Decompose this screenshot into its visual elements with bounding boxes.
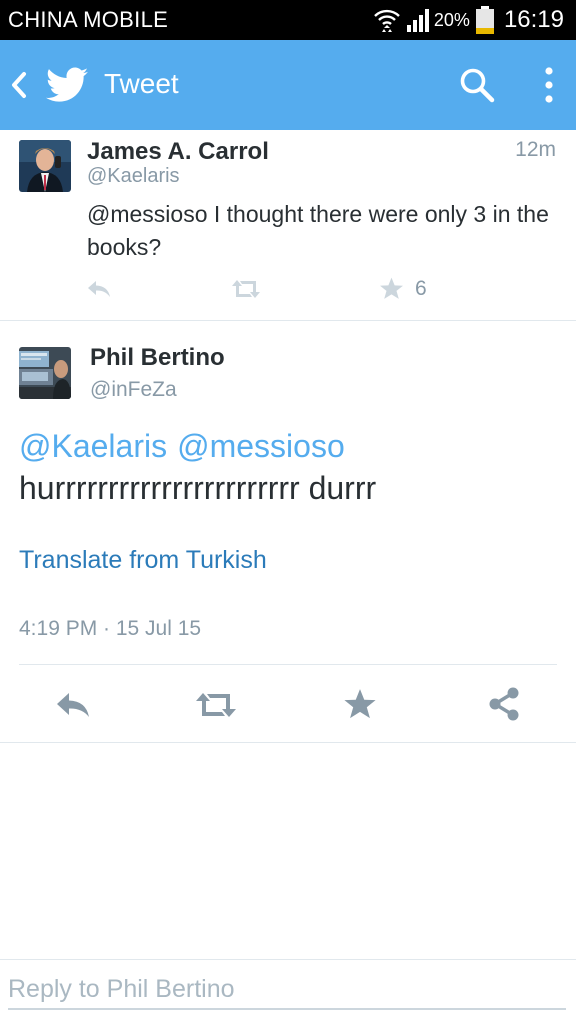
- reply-bar: [0, 959, 576, 1025]
- reply-icon[interactable]: [54, 690, 92, 720]
- tweet-text: @messioso I thought there were only 3 in…: [87, 201, 549, 260]
- action-bar: Tweet: [0, 40, 576, 130]
- avatar[interactable]: [19, 140, 71, 192]
- status-bar: CHINA MOBILE 20% 16:19: [0, 0, 576, 40]
- carrier-name: CHINA MOBILE: [8, 7, 169, 32]
- mention-link[interactable]: @messioso: [177, 428, 345, 464]
- retweet-icon[interactable]: [194, 690, 238, 720]
- divider: [0, 742, 576, 743]
- battery-percent: 20%: [433, 9, 470, 30]
- page-title: Tweet: [104, 68, 179, 99]
- status-icons: 20% 16:19: [372, 4, 564, 36]
- tweet-mentions: @Kaelaris @messioso: [19, 428, 355, 465]
- wifi-icon: [374, 9, 400, 32]
- signal-strength-icon: [406, 9, 429, 32]
- search-icon[interactable]: [458, 66, 496, 104]
- back-icon[interactable]: [10, 71, 28, 99]
- overflow-menu-icon[interactable]: [540, 66, 558, 104]
- favorite-star-icon[interactable]: [379, 276, 404, 301]
- favorite-star-icon[interactable]: [343, 687, 377, 721]
- divider: [19, 664, 557, 665]
- avatar[interactable]: [19, 347, 71, 399]
- tweet-timestamp: 4:19 PM · 15 Jul 15: [19, 617, 202, 640]
- retweet-icon[interactable]: [230, 278, 262, 300]
- twitter-bird-icon[interactable]: [46, 67, 88, 103]
- author-name[interactable]: James A. Carrol: [87, 138, 269, 166]
- reply-input[interactable]: [8, 970, 566, 1010]
- tweet-text: hurrrrrrrrrrrrrrrrrrrrrrr durrr: [19, 470, 377, 506]
- author-name[interactable]: Phil Bertino: [90, 344, 225, 372]
- reply-icon[interactable]: [86, 278, 112, 300]
- mention-link[interactable]: @Kaelaris: [19, 428, 167, 464]
- author-handle[interactable]: @Kaelaris: [87, 165, 180, 188]
- parent-tweet[interactable]: James A. Carrol @Kaelaris 12m @messioso …: [0, 130, 576, 321]
- author-handle[interactable]: @inFeZa: [90, 378, 177, 402]
- share-icon[interactable]: [487, 686, 521, 722]
- translate-link[interactable]: Translate from Turkish: [19, 546, 267, 575]
- tweet-age: 12m: [515, 138, 556, 161]
- battery-icon: [475, 6, 494, 34]
- clock: 16:19: [503, 6, 564, 33]
- favorite-count: 6: [415, 277, 427, 300]
